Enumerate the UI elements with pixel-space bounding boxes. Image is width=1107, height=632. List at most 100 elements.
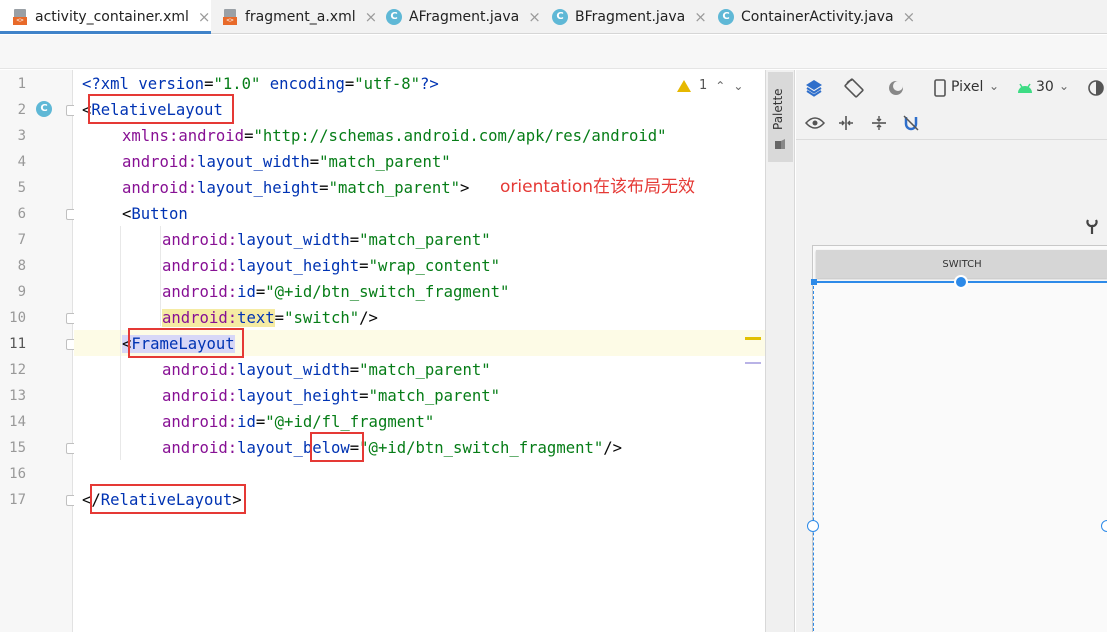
close-icon[interactable]: × [694, 8, 707, 26]
chevron-up-icon[interactable]: ⌃ [715, 79, 725, 93]
orientation-icon[interactable] [843, 77, 865, 99]
indent-guide [160, 226, 161, 326]
token: "@+id/btn_switch_fragment" [265, 283, 510, 301]
code-line-15: android:layout_below="@+id/btn_switch_fr… [162, 435, 622, 461]
line-number: 11 [9, 336, 26, 352]
tab-afragment-java[interactable]: C AFragment.java × [386, 0, 546, 34]
token: android: [162, 439, 238, 457]
inspection-widget[interactable]: 1 ⌃ ⌄ [677, 78, 743, 93]
warning-count: 1 [699, 78, 708, 93]
wrench-icon[interactable] [1085, 218, 1099, 236]
resize-handle[interactable] [811, 279, 817, 285]
night-mode-icon[interactable] [885, 77, 907, 99]
layers-icon[interactable] [803, 77, 825, 99]
token: "switch" [284, 309, 360, 327]
token: layout_ [237, 439, 303, 457]
token: layout_width [237, 361, 350, 379]
palette-strip: Palette [765, 70, 795, 632]
palette-label[interactable]: Palette [771, 88, 785, 130]
close-icon[interactable]: × [365, 8, 378, 26]
tab-fragment-a-xml[interactable]: <> fragment_a.xml × [218, 0, 378, 34]
java-class-icon: C [552, 9, 568, 25]
margin-vertical-icon[interactable] [868, 112, 890, 134]
device-preview[interactable]: SWITCH [807, 245, 1107, 632]
token: = [359, 387, 369, 405]
token: = [255, 283, 266, 301]
token: = [319, 179, 329, 197]
tab-label: fragment_a.xml [245, 9, 356, 25]
token: "wrap_content" [368, 257, 500, 275]
code-line-9: android:id="@+id/btn_switch_fragment" [162, 279, 509, 305]
tab-label: activity_container.xml [35, 9, 189, 25]
tab-bfragment-java[interactable]: C BFragment.java × [552, 0, 712, 34]
tab-label: AFragment.java [409, 9, 520, 25]
line-number: 4 [17, 154, 26, 170]
scrollbar-marker[interactable] [745, 337, 761, 340]
scrollbar-marker[interactable] [745, 362, 761, 364]
chevron-down-icon[interactable]: ⌄ [989, 79, 999, 93]
anchor-handle[interactable] [954, 275, 968, 289]
line-number: 1 [17, 76, 26, 92]
chevron-down-icon[interactable]: ⌄ [1059, 79, 1069, 93]
line-number: 14 [9, 414, 26, 430]
annotation-box-relativelayout-close [90, 484, 246, 514]
token: "match_parent" [359, 361, 491, 379]
code-line-12: android:layout_width="match_parent" [162, 357, 491, 383]
class-gutter-icon[interactable]: C [36, 101, 52, 117]
tab-containeractivity-java[interactable]: C ContainerActivity.java × [718, 0, 918, 34]
token: layout_width [197, 153, 310, 171]
code-line-6: <Button [122, 201, 188, 227]
close-icon[interactable]: × [528, 8, 541, 26]
android-icon [1014, 77, 1036, 99]
token: layout_width [237, 231, 350, 249]
tab-label: BFragment.java [575, 9, 686, 25]
anchor-handle[interactable] [807, 520, 819, 532]
token: android: [162, 387, 238, 405]
token: android: [162, 309, 238, 327]
code-line-7: android:layout_width="match_parent" [162, 227, 491, 253]
chevron-down-icon[interactable]: ⌄ [733, 79, 743, 93]
close-icon[interactable]: × [198, 8, 211, 26]
warning-icon [677, 79, 691, 92]
token: android: [162, 361, 238, 379]
device-selector[interactable]: Pixel [951, 79, 983, 95]
annotation-note: orientation在该布局无效 [500, 177, 695, 197]
framelayout-selection[interactable] [813, 281, 1107, 632]
token: android: [162, 413, 238, 431]
api-level-selector[interactable]: 30 [1036, 79, 1054, 95]
token: "@+id/fl_fragment" [265, 413, 435, 431]
close-icon[interactable]: × [903, 8, 916, 26]
magnet-icon[interactable] [900, 112, 922, 134]
token: = [274, 309, 285, 327]
eye-icon[interactable] [804, 112, 826, 134]
line-number: 6 [17, 206, 26, 222]
theme-icon[interactable] [1085, 77, 1107, 99]
token: = [309, 153, 320, 171]
code-editor[interactable]: <?xml version="1.0" encoding="utf-8"?> <… [74, 70, 765, 632]
line-number-gutter: 1 2 3 4 5 6 7 8 9 10 11 12 13 14 15 16 1… [0, 70, 77, 632]
code-line-14: android:id="@+id/fl_fragment" [162, 409, 434, 435]
token: "match_parent" [319, 153, 451, 171]
line-number: 10 [9, 310, 26, 326]
margin-horizontal-icon[interactable] [835, 112, 857, 134]
token: "http://schemas.android.com/apk/res/andr… [253, 127, 667, 145]
tab-activity-container-xml[interactable]: <> activity_container.xml × [0, 0, 211, 34]
editor-toolbar-strip [0, 35, 1107, 69]
code-line-3: xmlns:android="http://schemas.android.co… [122, 123, 667, 149]
line-number: 16 [9, 466, 26, 482]
xml-file-icon: <> [12, 9, 28, 25]
preview-switch-button[interactable]: SWITCH [816, 250, 1107, 278]
token: text [237, 309, 275, 327]
code-line-13: android:layout_height="match_parent" [162, 383, 500, 409]
token: "match_parent" [328, 179, 460, 197]
anchor-handle[interactable] [1101, 520, 1107, 532]
device-icon[interactable] [929, 77, 951, 99]
line-number: 17 [9, 492, 26, 508]
token: /> [603, 439, 623, 457]
design-preview-pane: Pixel ⌄ 30 ⌄ SWITCH [796, 70, 1107, 632]
token: android: [162, 257, 238, 275]
code-line-5: android:layout_height="match_parent"> [122, 175, 469, 201]
token: encoding [269, 75, 345, 93]
token: id [237, 283, 256, 301]
design-toolbar: Pixel ⌄ 30 ⌄ [796, 70, 1107, 106]
